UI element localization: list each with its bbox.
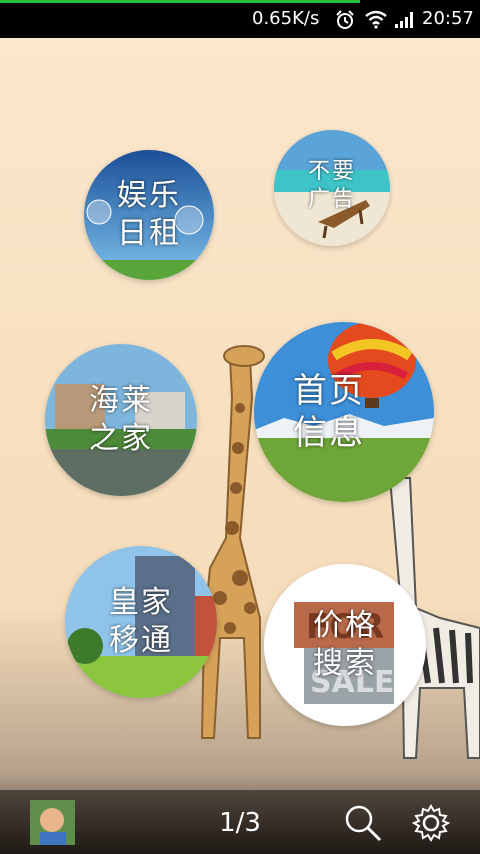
tile-label: 价格 搜索 bbox=[313, 608, 377, 681]
user-photo bbox=[30, 800, 75, 845]
home-screen: 娱乐 日租 不要 广告 海莱 之家 首页 信息 皇家 移通 FOR SALE 价… bbox=[0, 38, 480, 854]
alarm-icon bbox=[336, 10, 354, 29]
tile-royal-mobile[interactable]: 皇家 移通 bbox=[65, 546, 217, 698]
download-progress bbox=[0, 0, 360, 3]
tile-hailai-home[interactable]: 海莱 之家 bbox=[45, 344, 197, 496]
tile-label: 皇家 移通 bbox=[109, 585, 173, 658]
tile-price-search[interactable]: FOR SALE 价格 搜索 bbox=[264, 564, 426, 726]
tile-entertainment-rental[interactable]: 娱乐 日租 bbox=[84, 150, 214, 280]
tile-home-info[interactable]: 首页 信息 bbox=[254, 322, 434, 502]
tile-label: 娱乐 日租 bbox=[117, 178, 181, 251]
tile-label: 首页 信息 bbox=[293, 371, 365, 453]
status-bar: 0.65K/s 20:57 bbox=[0, 0, 480, 38]
bottom-toolbar: 1/3 bbox=[0, 790, 480, 854]
tile-label: 海莱 之家 bbox=[89, 383, 153, 456]
wifi-icon bbox=[365, 10, 387, 29]
tile-label: 不要 广告 bbox=[307, 158, 356, 212]
search-icon[interactable] bbox=[344, 804, 382, 842]
page-indicator: 1/3 bbox=[219, 808, 261, 838]
tile-no-ads[interactable]: 不要 广告 bbox=[274, 130, 390, 246]
avatar[interactable] bbox=[30, 800, 75, 845]
gear-icon[interactable] bbox=[412, 804, 450, 842]
clock: 20:57 bbox=[422, 8, 474, 29]
signal-icon bbox=[395, 12, 413, 28]
network-speed: 0.65K/s bbox=[252, 8, 320, 29]
